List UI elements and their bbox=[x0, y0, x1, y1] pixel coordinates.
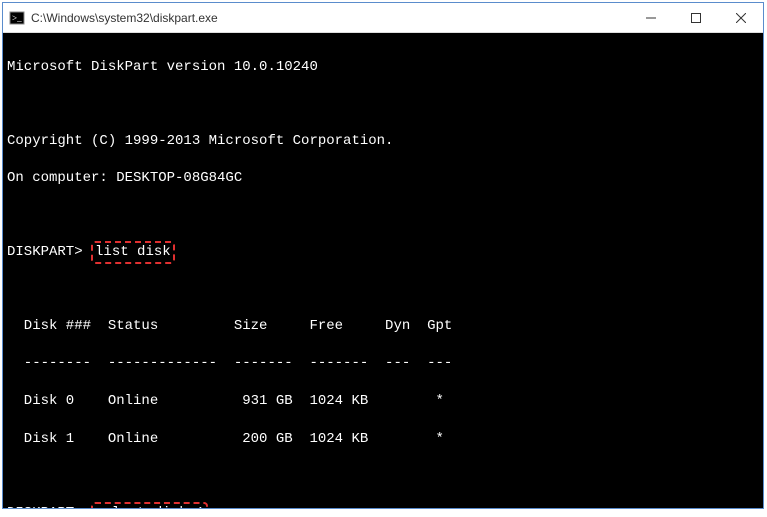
version-line: Microsoft DiskPart version 10.0.10240 bbox=[7, 58, 759, 77]
titlebar[interactable]: >_ C:\Windows\system32\diskpart.exe bbox=[3, 3, 763, 33]
table-header: Disk ### Status Size Free Dyn Gpt bbox=[7, 317, 759, 336]
minimize-button[interactable] bbox=[628, 3, 673, 32]
table-divider: -------- ------------- ------- ------- -… bbox=[7, 354, 759, 373]
table-row: Disk 0 Online 931 GB 1024 KB * bbox=[7, 392, 759, 411]
command-list-disk: list disk bbox=[91, 241, 175, 264]
maximize-button[interactable] bbox=[673, 3, 718, 32]
window-title: C:\Windows\system32\diskpart.exe bbox=[31, 11, 628, 25]
command-select-disk: select disk 1 bbox=[91, 502, 208, 508]
diskpart-prompt: DISKPART> bbox=[7, 505, 83, 508]
computer-line: On computer: DESKTOP-08G84GC bbox=[7, 169, 759, 188]
svg-text:>_: >_ bbox=[12, 13, 22, 23]
close-button[interactable] bbox=[718, 3, 763, 32]
app-icon: >_ bbox=[9, 10, 25, 26]
table-row: Disk 1 Online 200 GB 1024 KB * bbox=[7, 430, 759, 449]
console-window: >_ C:\Windows\system32\diskpart.exe Micr… bbox=[2, 2, 764, 509]
terminal-output[interactable]: Microsoft DiskPart version 10.0.10240 Co… bbox=[3, 33, 763, 508]
prompt-line-1: DISKPART> list disk bbox=[7, 243, 759, 262]
window-controls bbox=[628, 3, 763, 32]
copyright-line: Copyright (C) 1999-2013 Microsoft Corpor… bbox=[7, 132, 759, 151]
prompt-line-2: DISKPART> select disk 1 bbox=[7, 504, 759, 508]
diskpart-prompt: DISKPART> bbox=[7, 244, 83, 260]
